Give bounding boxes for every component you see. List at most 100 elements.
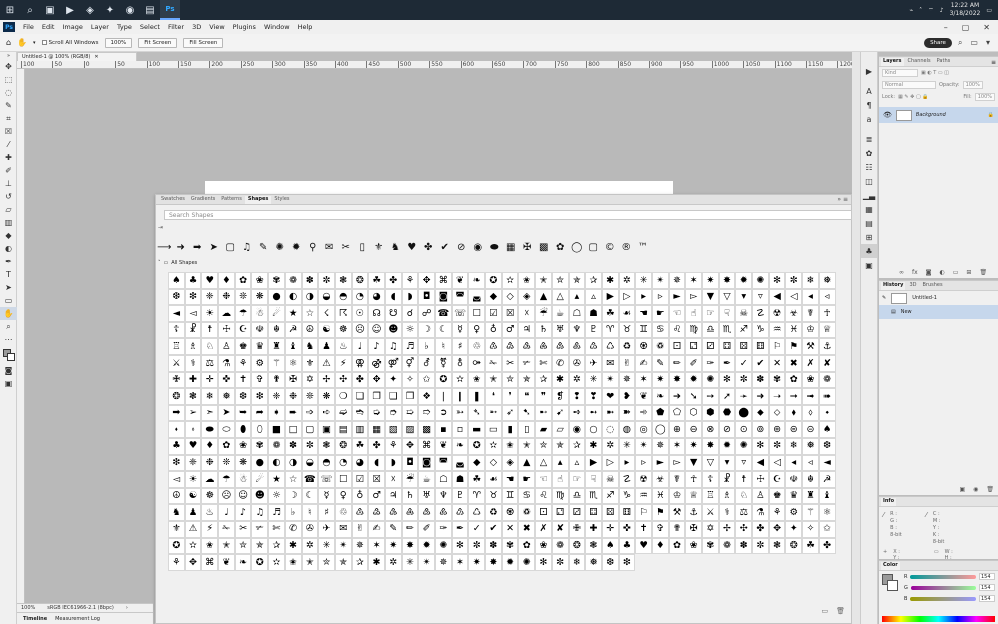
red-slider[interactable]: [910, 574, 976, 579]
shape-swatch[interactable]: ⬟: [651, 404, 669, 422]
shape-swatch[interactable]: ♉: [485, 487, 502, 505]
shape-swatch[interactable]: ✬: [201, 537, 219, 555]
shape-swatch[interactable]: ✰: [268, 537, 285, 555]
shape-swatch[interactable]: ◛: [451, 454, 469, 472]
shape-swatch[interactable]: ▼: [685, 454, 702, 472]
shape-swatch[interactable]: ☼: [401, 321, 419, 339]
shape-swatch[interactable]: ▯: [518, 421, 536, 438]
shape-swatch[interactable]: ⚂: [568, 504, 586, 521]
shape-swatch[interactable]: ♛: [251, 338, 269, 355]
shape-swatch[interactable]: ➥: [234, 404, 252, 422]
shape-swatch[interactable]: ⚗: [218, 354, 235, 372]
shape-swatch[interactable]: ✢: [718, 520, 736, 538]
shape-swatch[interactable]: ✳: [618, 437, 636, 455]
shape-swatch[interactable]: ⚨: [451, 354, 469, 372]
shape-swatch[interactable]: ☯: [184, 487, 202, 505]
shape-swatch[interactable]: ☪: [768, 471, 786, 488]
shape-swatch[interactable]: ◒: [318, 288, 335, 306]
brush-settings-icon[interactable]: ✿: [861, 146, 877, 160]
shape-swatch[interactable]: ✭: [301, 554, 319, 571]
status-zoom[interactable]: 100%: [21, 605, 35, 611]
tab-swatches[interactable]: Swatches: [158, 196, 188, 204]
shape-swatch[interactable]: ❂: [785, 537, 803, 555]
fit-screen-button[interactable]: Fit Screen: [138, 37, 178, 48]
shape-swatch[interactable]: ☩: [752, 471, 769, 488]
shape-swatch[interactable]: ➨: [284, 404, 302, 422]
shape-swatch[interactable]: ♷: [418, 504, 435, 521]
shape-swatch[interactable]: ✁: [485, 354, 502, 372]
shape-swatch[interactable]: ⬬: [201, 421, 219, 438]
eyedropper-tool-icon[interactable]: ⁄: [0, 138, 17, 151]
green-value[interactable]: 154: [979, 584, 995, 591]
shape-swatch[interactable]: ▽: [718, 288, 736, 306]
shape-swatch[interactable]: ☧: [184, 321, 202, 339]
shape-swatch[interactable]: ✤: [752, 520, 769, 538]
shape-swatch[interactable]: ♶: [535, 338, 552, 355]
shape-swatch[interactable]: ♼: [635, 338, 652, 355]
shape-swatch[interactable]: ▶: [601, 288, 619, 306]
shape-swatch[interactable]: ⚁: [551, 504, 569, 521]
shape-swatch[interactable]: ✶: [451, 554, 469, 571]
shape-swatch[interactable]: ♖: [168, 338, 185, 355]
shape-swatch[interactable]: ⬥: [752, 404, 769, 422]
recent-shape[interactable]: ▯: [354, 240, 371, 254]
shape-swatch[interactable]: ♙: [752, 487, 769, 505]
shape-swatch[interactable]: ✛: [201, 371, 219, 389]
shape-swatch[interactable]: ♵: [518, 338, 536, 355]
menu-window[interactable]: Window: [260, 23, 294, 31]
shape-swatch[interactable]: ➞: [785, 388, 803, 405]
shape-swatch[interactable]: ✻: [451, 537, 469, 555]
shape-swatch[interactable]: ✿: [518, 537, 536, 555]
new-layer-icon[interactable]: ⊞: [966, 269, 971, 276]
shape-swatch[interactable]: ♟: [184, 504, 202, 521]
shape-swatch[interactable]: ⬭: [218, 421, 235, 438]
shape-swatch[interactable]: ❀: [685, 537, 702, 555]
shape-swatch[interactable]: ♸: [435, 504, 452, 521]
shape-swatch[interactable]: ✿: [785, 371, 803, 389]
shape-swatch[interactable]: ♋: [518, 487, 536, 505]
shape-swatch[interactable]: ✴: [601, 371, 619, 389]
shape-swatch[interactable]: ◘: [401, 454, 419, 472]
vertical-ruler[interactable]: [17, 69, 25, 610]
shape-swatch[interactable]: ✝: [234, 371, 252, 389]
shape-swatch[interactable]: ♎: [702, 321, 719, 339]
shape-swatch[interactable]: ♮: [435, 338, 452, 355]
shape-swatch[interactable]: ♪: [368, 338, 385, 355]
shape-swatch[interactable]: ☜: [668, 305, 686, 322]
shape-swatch[interactable]: ☸: [201, 487, 219, 505]
shape-swatch[interactable]: ◆: [485, 288, 502, 306]
shape-swatch[interactable]: ✽: [735, 537, 753, 555]
shape-swatch[interactable]: ✈: [585, 354, 602, 372]
shape-swatch[interactable]: ⬧: [785, 404, 803, 422]
shape-swatch[interactable]: ✗: [802, 354, 819, 372]
shape-swatch[interactable]: ⚅: [752, 338, 769, 355]
shape-swatch[interactable]: ♍: [685, 321, 702, 339]
shape-swatch[interactable]: ◌: [601, 421, 619, 438]
shape-swatch[interactable]: ◙: [418, 454, 435, 472]
shape-swatch[interactable]: ✿: [234, 272, 252, 289]
shape-swatch[interactable]: ✌: [618, 354, 636, 372]
shape-swatch[interactable]: ⚔: [702, 504, 719, 521]
shape-swatch[interactable]: ✈: [318, 520, 335, 538]
color-swatches-icon[interactable]: [0, 346, 17, 364]
shape-swatch[interactable]: ☯: [318, 321, 335, 339]
shape-swatch[interactable]: ✸: [668, 371, 686, 389]
shape-swatch[interactable]: ✪: [168, 537, 185, 555]
shape-swatch[interactable]: ⚥: [401, 354, 419, 372]
shape-swatch[interactable]: ♫: [251, 504, 269, 521]
shape-swatch[interactable]: ♞: [301, 338, 319, 355]
shape-swatch[interactable]: ♪: [234, 504, 252, 521]
layer-row-background[interactable]: 👁 Background 🔒: [879, 107, 998, 123]
shape-swatch[interactable]: ♋: [651, 321, 669, 339]
frame-tool-icon[interactable]: ☒: [0, 125, 17, 138]
shape-swatch[interactable]: ✜: [218, 371, 235, 389]
shape-swatch[interactable]: ❊: [218, 454, 235, 472]
shape-swatch[interactable]: ❀: [234, 437, 252, 455]
shape-swatch[interactable]: ➤: [218, 404, 235, 422]
shape-swatch[interactable]: ☤: [802, 305, 819, 322]
shape-swatch[interactable]: ►: [651, 454, 669, 472]
shape-swatch[interactable]: ♊: [635, 321, 652, 339]
recent-shape[interactable]: ♫: [239, 240, 256, 254]
toolbox-collapse-icon[interactable]: »: [0, 52, 17, 60]
shape-swatch[interactable]: ♐: [601, 487, 619, 505]
